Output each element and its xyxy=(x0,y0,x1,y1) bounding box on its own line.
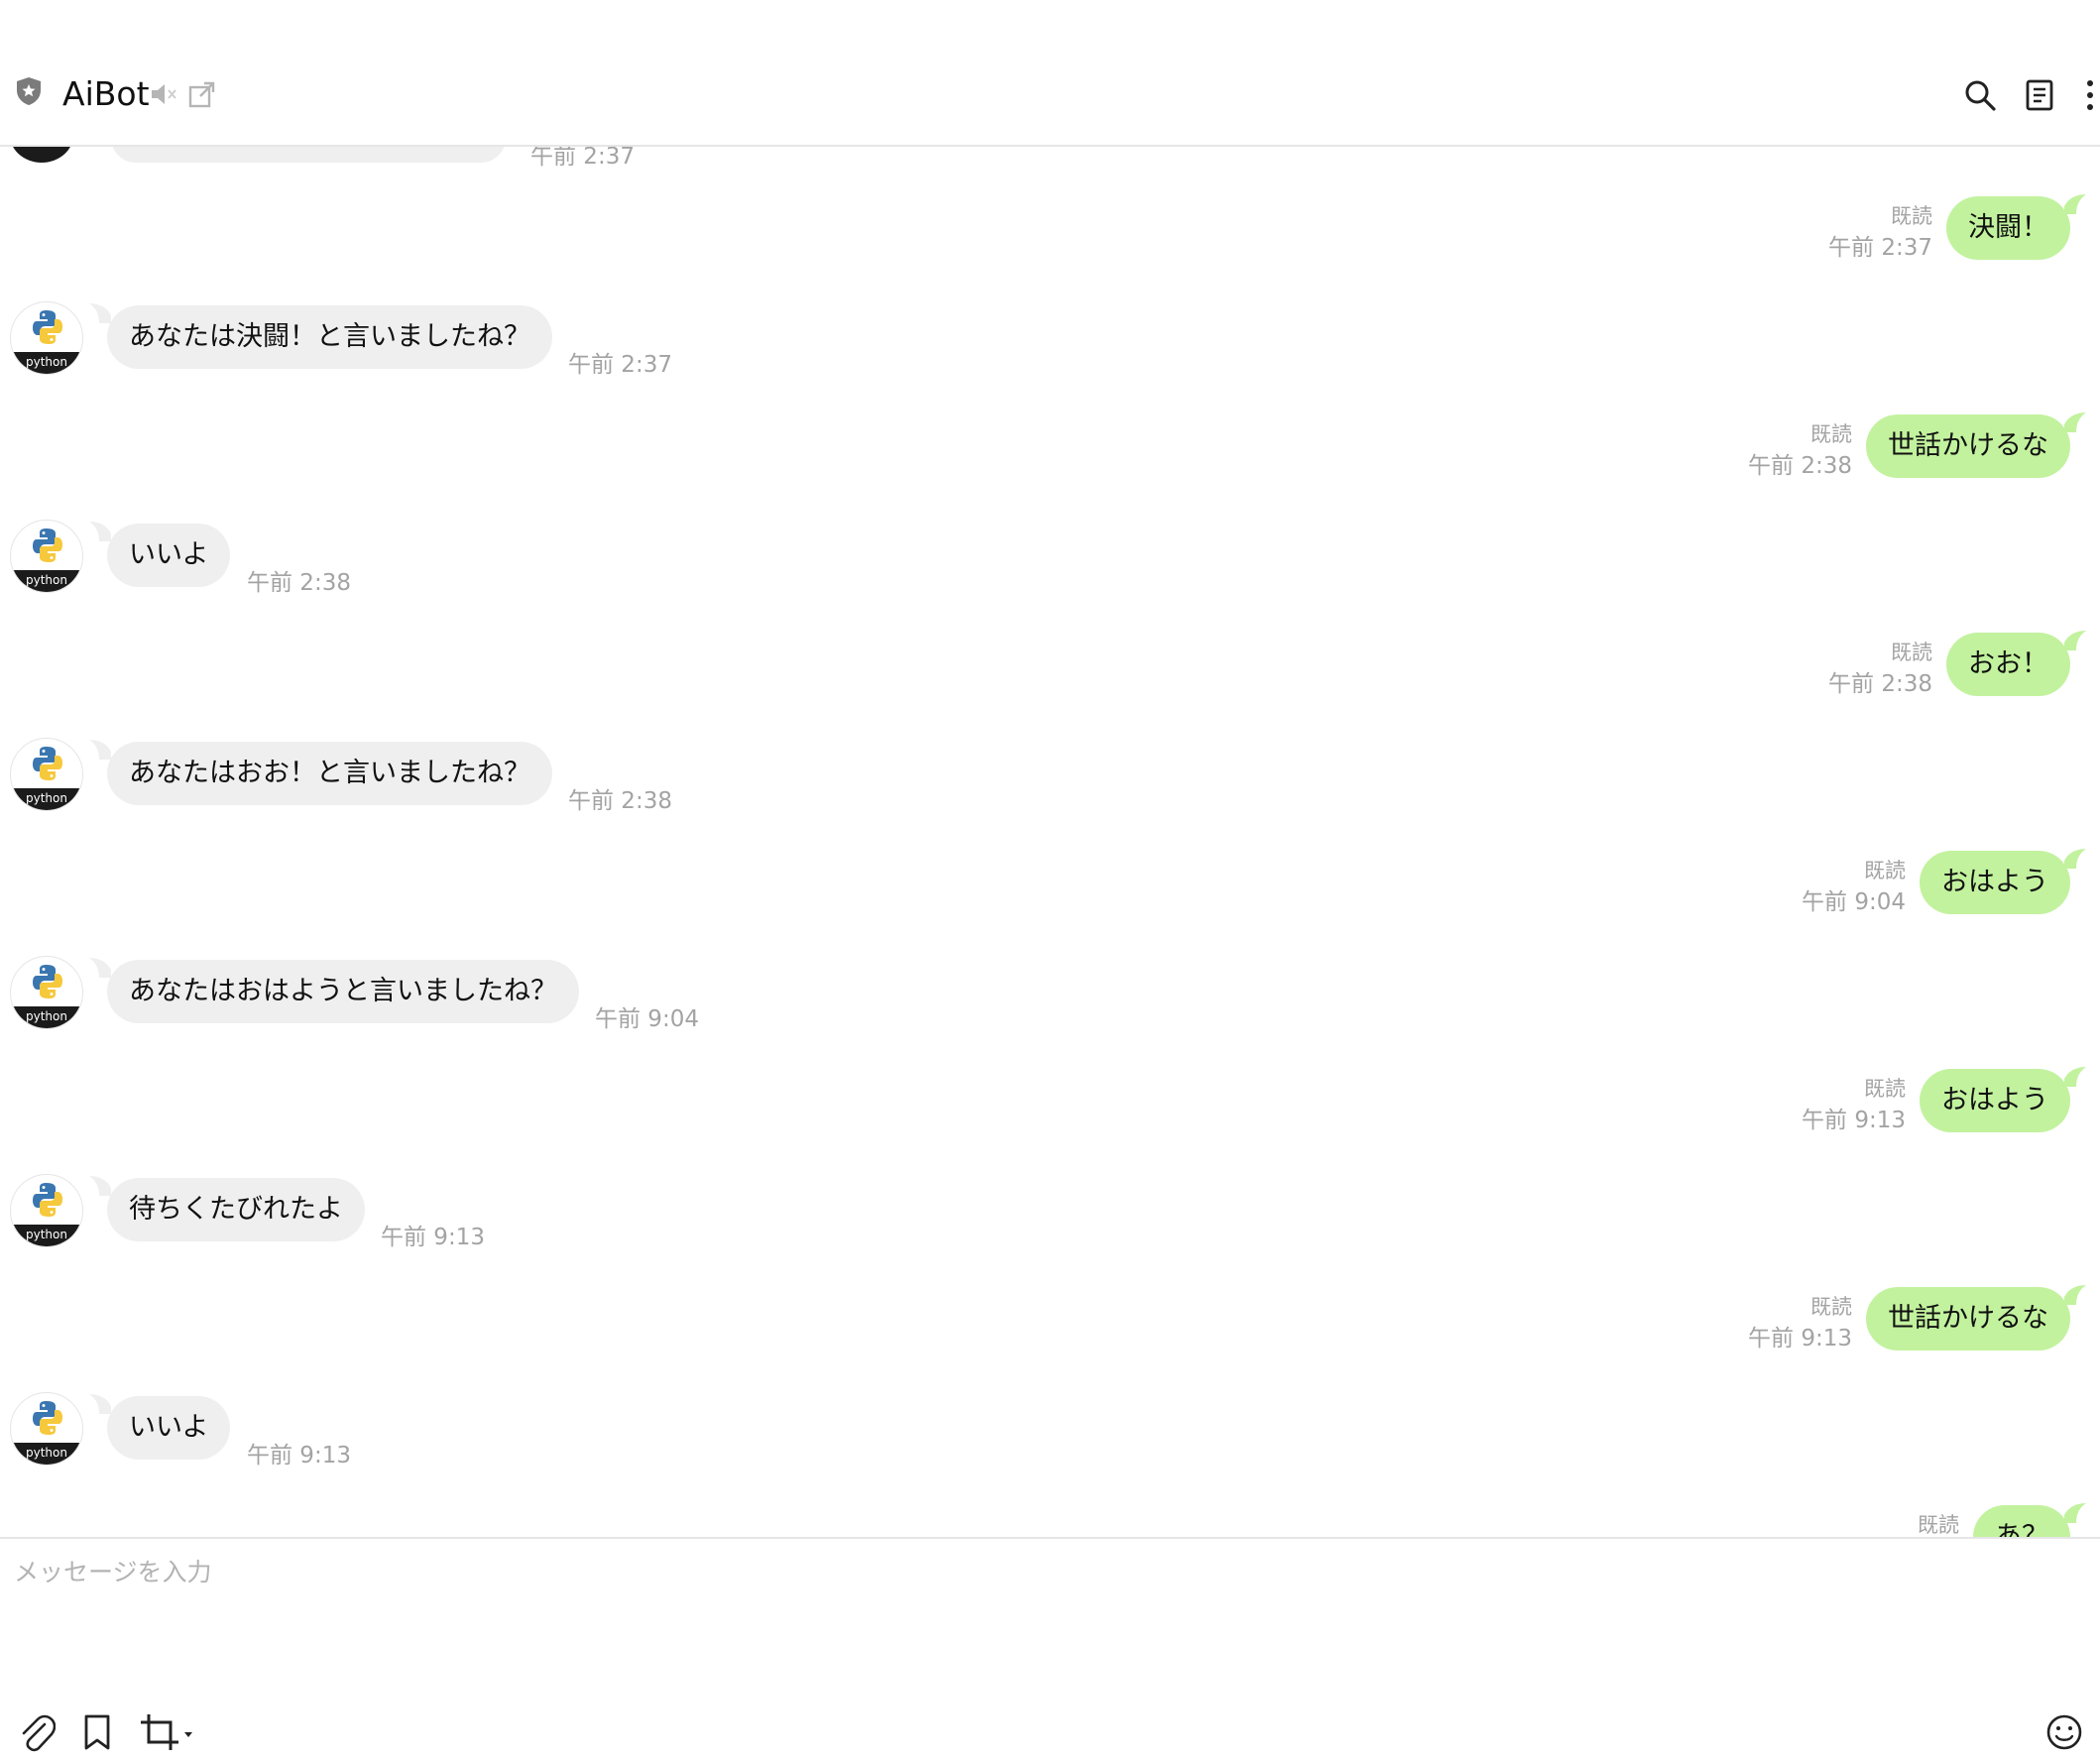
message-bubble-partial xyxy=(111,147,506,163)
bubble-tail xyxy=(2064,1503,2086,1523)
message-time: 午前 2:38 xyxy=(1748,453,1852,479)
bubble-tail xyxy=(2064,1067,2086,1087)
outgoing-message-bubble[interactable]: おはよう xyxy=(1920,851,2070,914)
bot-avatar[interactable]: python xyxy=(10,738,83,811)
avatar-label: python xyxy=(11,1443,82,1465)
read-receipt: 既読 xyxy=(1891,204,1932,228)
read-receipt: 既読 xyxy=(1864,1077,1906,1101)
message-composer xyxy=(0,1537,2100,1761)
bookmark-icon[interactable] xyxy=(81,1712,113,1752)
outgoing-message-bubble[interactable]: おお！ xyxy=(1946,633,2070,696)
python-logo-icon xyxy=(33,1401,62,1435)
popout-icon[interactable] xyxy=(188,80,216,108)
message-time: 午前 9:13 xyxy=(381,1225,485,1250)
avatar-label: python xyxy=(11,1006,82,1028)
crop-icon[interactable] xyxy=(139,1712,196,1752)
paperclip-icon[interactable] xyxy=(18,1712,56,1752)
bubble-tail xyxy=(2064,631,2086,650)
speaker-mute-icon[interactable] xyxy=(150,81,179,107)
outgoing-message-bubble[interactable]: あ？ xyxy=(1973,1505,2070,1537)
emoji-icon[interactable] xyxy=(2044,1712,2084,1752)
python-logo-icon xyxy=(33,747,62,780)
message-time: 午前 2:38 xyxy=(247,570,351,596)
read-receipt: 既読 xyxy=(1864,859,1906,882)
bubble-tail xyxy=(89,1394,111,1414)
outgoing-message-bubble[interactable]: 決闘！ xyxy=(1946,196,2070,260)
avatar-label: python xyxy=(11,352,82,374)
bot-avatar[interactable]: python xyxy=(10,1392,83,1466)
incoming-message-bubble[interactable]: あなたはおはようと言いましたね？ xyxy=(107,960,579,1023)
read-receipt: 既読 xyxy=(1891,641,1932,664)
message-time: 午前 2:38 xyxy=(568,788,672,814)
message-time: 午前 9:13 xyxy=(247,1443,351,1468)
bot-avatar-partial xyxy=(10,147,73,163)
bubble-tail xyxy=(2064,412,2086,432)
read-receipt: 既読 xyxy=(1918,1513,1959,1537)
python-logo-icon xyxy=(33,310,62,344)
outgoing-message-bubble[interactable]: 世話かけるな xyxy=(1866,1287,2070,1350)
incoming-message-bubble[interactable]: いいよ xyxy=(107,1396,231,1460)
chat-header: AiBot xyxy=(0,0,2100,147)
avatar-label: python xyxy=(11,1225,82,1246)
read-receipt: 既読 xyxy=(1810,422,1852,446)
outgoing-message-bubble[interactable]: 世話かけるな xyxy=(1866,414,2070,478)
incoming-message-bubble[interactable]: いいよ xyxy=(107,524,231,587)
message-input[interactable] xyxy=(12,1551,2088,1694)
python-logo-icon xyxy=(33,1183,62,1217)
shield-star-icon xyxy=(17,77,41,105)
bubble-tail xyxy=(89,303,111,323)
message-time: 午前 2:37 xyxy=(1828,235,1932,261)
bubble-tail xyxy=(2064,849,2086,869)
outgoing-message-bubble[interactable]: おはよう xyxy=(1920,1069,2070,1132)
bubble-tail xyxy=(2064,1285,2086,1305)
message-time: 午前 9:13 xyxy=(1802,1108,1906,1133)
bubble-tail xyxy=(89,958,111,978)
bubble-tail xyxy=(89,522,111,541)
python-logo-icon xyxy=(33,528,62,562)
incoming-message-bubble[interactable]: あなたはおお！と言いましたね？ xyxy=(107,742,552,805)
more-vertical-icon[interactable] xyxy=(2080,78,2100,112)
python-logo-icon xyxy=(33,965,62,998)
bot-avatar[interactable]: python xyxy=(10,956,83,1029)
avatar-label: python xyxy=(11,570,82,592)
search-icon[interactable] xyxy=(1963,78,1997,112)
chat-title[interactable]: AiBot xyxy=(62,72,150,116)
bot-avatar[interactable]: python xyxy=(10,1174,83,1247)
message-time: 午前 9:04 xyxy=(595,1006,699,1032)
bot-avatar[interactable]: python xyxy=(10,520,83,593)
incoming-message-bubble[interactable]: あなたは決闘！と言いましたね？ xyxy=(107,305,552,369)
notes-icon[interactable] xyxy=(2023,78,2056,112)
message-list[interactable]: 午前 2:37 決闘！ 既読 午前 2:37 python あなたは決闘！と言いましたね… xyxy=(0,147,2100,1537)
bubble-tail xyxy=(2064,194,2086,214)
bot-avatar[interactable]: python xyxy=(10,301,83,375)
message-time: 午前 2:37 xyxy=(530,147,635,170)
bubble-tail xyxy=(89,740,111,760)
incoming-message-bubble[interactable]: 待ちくたびれたよ xyxy=(107,1178,365,1241)
message-time: 午前 9:13 xyxy=(1748,1326,1852,1351)
message-time: 午前 2:37 xyxy=(568,352,672,378)
read-receipt: 既読 xyxy=(1810,1295,1852,1319)
message-time: 午前 9:04 xyxy=(1802,889,1906,915)
message-time: 午前 2:38 xyxy=(1828,671,1932,697)
bubble-tail xyxy=(89,1176,111,1196)
avatar-label: python xyxy=(11,788,82,810)
